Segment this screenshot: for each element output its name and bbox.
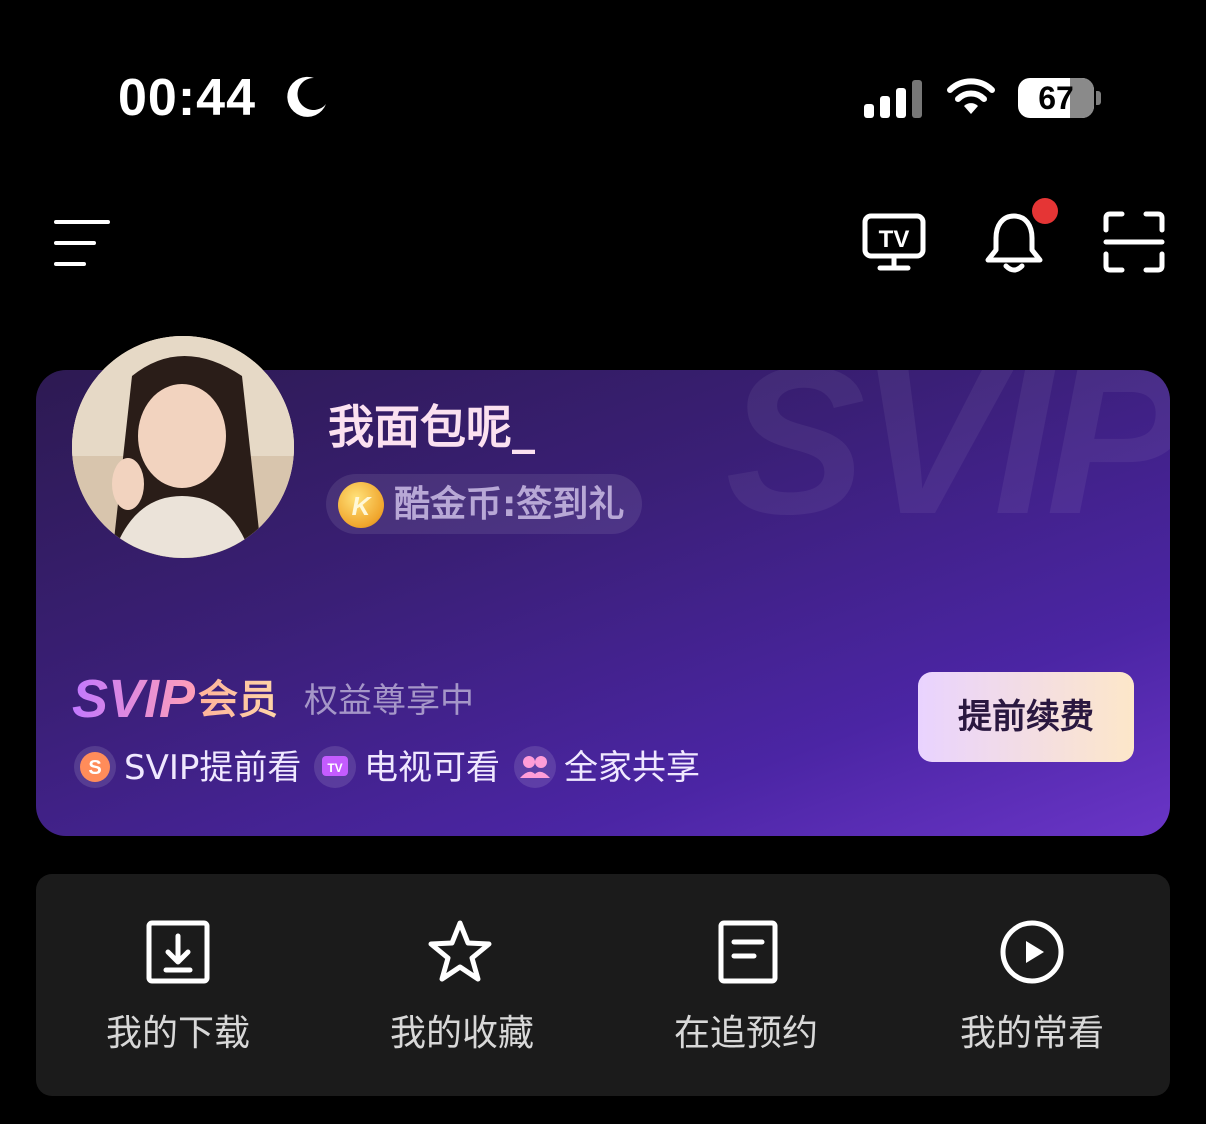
star-icon[interactable] [426, 918, 494, 986]
renew-button[interactable]: 提前续费 [918, 672, 1134, 762]
username[interactable]: 我面包呢_ [328, 398, 535, 456]
quick-action-label[interactable]: 在追预约 [646, 1010, 846, 1058]
battery-icon: 67 [1018, 78, 1094, 118]
tv-badge-icon: TV [314, 746, 356, 788]
card-watermark: SVIP [725, 370, 1170, 558]
svip-badge-icon: S [74, 746, 116, 788]
benefit-label: 全家共享 [564, 748, 700, 788]
benefit-label: SVIP提前看 [124, 748, 302, 788]
menu-icon[interactable] [54, 218, 110, 268]
coin-icon: K [338, 482, 384, 528]
quick-action-label[interactable]: 我的常看 [932, 1010, 1132, 1058]
quick-action-label[interactable]: 我的收藏 [362, 1010, 562, 1058]
scan-icon[interactable] [1102, 210, 1166, 274]
membership-status: 权益尊享中 [304, 681, 474, 721]
battery-cap [1096, 91, 1101, 105]
status-time: 00:44 [118, 69, 256, 127]
quick-action-label[interactable]: 我的下载 [78, 1010, 278, 1058]
play-icon[interactable] [998, 918, 1066, 986]
svip-tier-label: SVIP [72, 669, 196, 729]
signal-icon [864, 80, 922, 118]
avatar[interactable] [72, 336, 294, 558]
reservation-icon[interactable] [714, 918, 782, 986]
svg-text:TV: TV [327, 761, 342, 775]
svg-text:S: S [88, 757, 101, 779]
coin-label: 酷金币:签到礼 [394, 484, 625, 525]
svg-text:TV: TV [879, 226, 910, 253]
battery-level: 67 [1038, 80, 1074, 116]
notification-dot [1032, 198, 1058, 224]
svg-text:K: K [352, 491, 373, 521]
download-icon[interactable] [144, 918, 212, 986]
avatar-image [72, 336, 294, 558]
wifi-icon [947, 78, 995, 114]
svip-member-label: 会员 [198, 674, 278, 726]
benefit-label: 电视可看 [364, 748, 500, 788]
family-icon [514, 746, 556, 788]
tv-icon[interactable]: TV [862, 212, 926, 276]
moon-icon [287, 76, 326, 117]
